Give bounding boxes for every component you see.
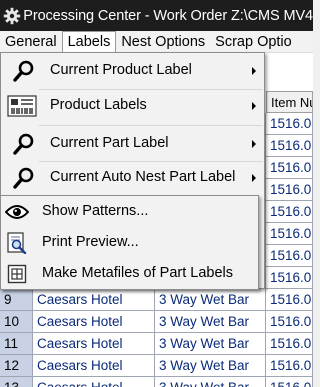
- menu-item-label: Current Product Label: [50, 62, 192, 78]
- description-cell[interactable]: 3 Way Wet Bar: [155, 311, 266, 333]
- menu-item-product-labels[interactable]: Product Labels: [1, 90, 264, 122]
- menu-item-label: Current Auto Nest Part Label: [50, 169, 236, 185]
- menu-item-show-patterns[interactable]: Show Patterns...: [1, 197, 258, 227]
- customer-cell[interactable]: Caesars Hotel: [33, 377, 155, 387]
- customer-cell[interactable]: Caesars Hotel: [33, 289, 155, 311]
- title-bar: Processing Center - Work Order Z:\CMS MV…: [0, 0, 313, 31]
- description-cell[interactable]: 3 Way Wet Bar: [155, 289, 266, 311]
- menu-scrap-options[interactable]: Scrap Optio: [210, 31, 297, 52]
- customer-cell[interactable]: Caesars Hotel: [33, 311, 155, 333]
- row-number-cell[interactable]: 11: [0, 333, 33, 355]
- row-number-cell[interactable]: 13: [0, 377, 33, 387]
- menu-labels[interactable]: Labels: [61, 31, 117, 52]
- description-cell[interactable]: 3 Way Wet Bar: [155, 377, 266, 387]
- item-number-cell[interactable]: 1516.0: [266, 201, 313, 223]
- label-sheet-icon: [7, 93, 37, 119]
- table-row[interactable]: 11 Caesars Hotel 3 Way Wet Bar 1516.0: [0, 333, 313, 355]
- submenu-arrow-icon: [252, 140, 256, 148]
- menu-bar: General Labels Nest Options Scrap Optio: [0, 31, 313, 53]
- item-number-cell[interactable]: 1516.0: [266, 135, 313, 157]
- submenu-arrow-icon: [252, 67, 256, 75]
- menu-nest-options[interactable]: Nest Options: [116, 31, 210, 52]
- metafile-icon: [5, 262, 29, 286]
- customer-cell[interactable]: Caesars Hotel: [33, 355, 155, 377]
- item-number-cell[interactable]: 1516.0: [266, 223, 313, 245]
- item-number-cell[interactable]: 1516.0: [266, 333, 313, 355]
- item-number-cell[interactable]: 1516.0: [266, 179, 313, 201]
- item-number-cell[interactable]: 1516.0: [266, 245, 313, 267]
- menu-item-current-part-label[interactable]: Current Part Label: [1, 128, 264, 160]
- magnifier-icon: [11, 131, 37, 157]
- submenu-arrow-icon: [252, 174, 256, 182]
- magnifier-icon: [11, 165, 37, 191]
- column-header-item-number[interactable]: Item Nu: [266, 91, 313, 113]
- menu-item-label: Make Metafiles of Part Labels: [42, 265, 234, 281]
- submenu-arrow-icon: [252, 102, 256, 110]
- menu-item-label: Product Labels: [50, 97, 147, 113]
- menu-general[interactable]: General: [0, 31, 62, 52]
- table-row[interactable]: 12 Caesars Hotel 3 Way Wet Bar 1516.0: [0, 355, 313, 377]
- row-number-cell[interactable]: 9: [0, 289, 33, 311]
- description-cell[interactable]: 3 Way Wet Bar: [155, 333, 266, 355]
- menu-item-label: Show Patterns...: [42, 203, 149, 219]
- menu-separator: [39, 125, 263, 126]
- table-row[interactable]: 13Caesars Hotel3 Way Wet Bar1516.0: [0, 377, 313, 387]
- menu-item-print-preview[interactable]: Print Preview...: [1, 228, 258, 258]
- row-number-cell[interactable]: 12: [0, 355, 33, 377]
- row-number-cell[interactable]: 10: [0, 311, 33, 333]
- eye-icon: [5, 200, 29, 224]
- item-number-cell[interactable]: 1516.0: [266, 311, 313, 333]
- menu-item-label: Current Part Label: [50, 135, 169, 151]
- gear-icon[interactable]: [0, 0, 23, 31]
- item-number-cell[interactable]: 1516.0: [266, 113, 313, 135]
- item-number-cell[interactable]: 1516.0: [266, 267, 313, 289]
- menu-item-current-product-label[interactable]: Current Product Label: [1, 55, 264, 87]
- menu-item-make-metafiles[interactable]: Make Metafiles of Part Labels: [1, 259, 258, 289]
- label-submenu: Show Patterns... Print Preview... Make M…: [0, 195, 259, 290]
- item-number-cell[interactable]: 1516.0: [266, 289, 313, 311]
- table-row[interactable]: 10 Caesars Hotel 3 Way Wet Bar 1516.0: [0, 311, 313, 333]
- customer-cell[interactable]: Caesars Hotel: [33, 333, 155, 355]
- item-number-cell[interactable]: 1516.0: [266, 157, 313, 179]
- description-cell[interactable]: 3 Way Wet Bar: [155, 355, 266, 377]
- menu-item-current-auto-nest-part-label[interactable]: Current Auto Nest Part Label: [1, 162, 264, 194]
- item-number-cell[interactable]: 1516.0: [266, 355, 313, 377]
- item-number-cell[interactable]: 1516.0: [266, 377, 313, 387]
- menu-item-label: Print Preview...: [42, 234, 139, 250]
- magnifier-icon: [11, 58, 37, 84]
- window-title: Processing Center - Work Order Z:\CMS MV…: [23, 7, 313, 24]
- table-row[interactable]: 9 Caesars Hotel 3 Way Wet Bar 1516.0: [0, 289, 313, 311]
- print-preview-icon: [5, 231, 29, 255]
